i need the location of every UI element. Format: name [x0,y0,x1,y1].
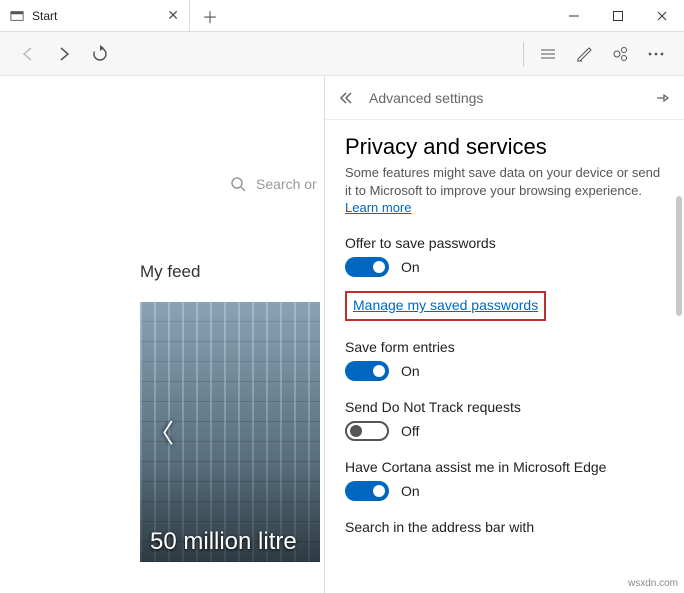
learn-more-link[interactable]: Learn more [345,200,411,215]
save-form-toggle[interactable] [345,361,389,381]
dnt-toggle[interactable] [345,421,389,441]
panel-title: Advanced settings [369,90,654,106]
forward-button[interactable] [46,36,82,72]
watermark: wsxdn.com [628,578,678,589]
back-button [10,36,46,72]
settings-panel: Advanced settings Privacy and services S… [324,76,684,593]
search-bar-label: Search in the address bar with [345,519,664,535]
share-button[interactable] [602,36,638,72]
cortana-label: Have Cortana assist me in Microsoft Edge [345,459,664,475]
tab-close-icon[interactable]: ✕ [167,7,179,24]
feed-prev-icon[interactable]: 〈 [148,414,174,451]
reading-view-button[interactable] [530,36,566,72]
browser-tab[interactable]: Start ✕ [0,0,190,31]
panel-body: Privacy and services Some features might… [325,120,684,593]
window-close-button[interactable] [640,0,684,31]
save-passwords-label: Offer to save passwords [345,235,664,251]
save-passwords-state: On [401,259,420,275]
panel-back-icon[interactable] [339,91,355,105]
toolbar [0,32,684,76]
window-maximize-button[interactable] [596,0,640,31]
section-description: Some features might save data on your de… [345,164,664,199]
panel-header: Advanced settings [325,76,684,120]
panel-scrollbar[interactable] [676,196,682,316]
manage-passwords-highlight: Manage my saved passwords [345,291,546,321]
feed-caption: 50 million litre [150,528,297,556]
cortana-state: On [401,483,420,499]
save-form-label: Save form entries [345,339,664,355]
search-icon [230,176,246,192]
feed-card[interactable]: 〈 50 million litre [140,302,320,562]
panel-pin-icon[interactable] [654,90,670,106]
new-tab-button[interactable]: ＋ [190,0,230,31]
window-minimize-button[interactable] [552,0,596,31]
tab-title: Start [32,9,159,23]
dnt-label: Send Do Not Track requests [345,399,664,415]
section-heading: Privacy and services [345,134,664,160]
refresh-button[interactable] [82,36,118,72]
titlebar: Start ✕ ＋ [0,0,684,32]
search-placeholder: Search or [256,176,317,192]
dnt-state: Off [401,423,419,439]
cortana-toggle[interactable] [345,481,389,501]
notes-button[interactable] [566,36,602,72]
manage-passwords-link[interactable]: Manage my saved passwords [353,297,538,313]
save-passwords-toggle[interactable] [345,257,389,277]
more-button[interactable] [638,36,674,72]
save-form-state: On [401,363,420,379]
tab-favicon [10,9,24,23]
